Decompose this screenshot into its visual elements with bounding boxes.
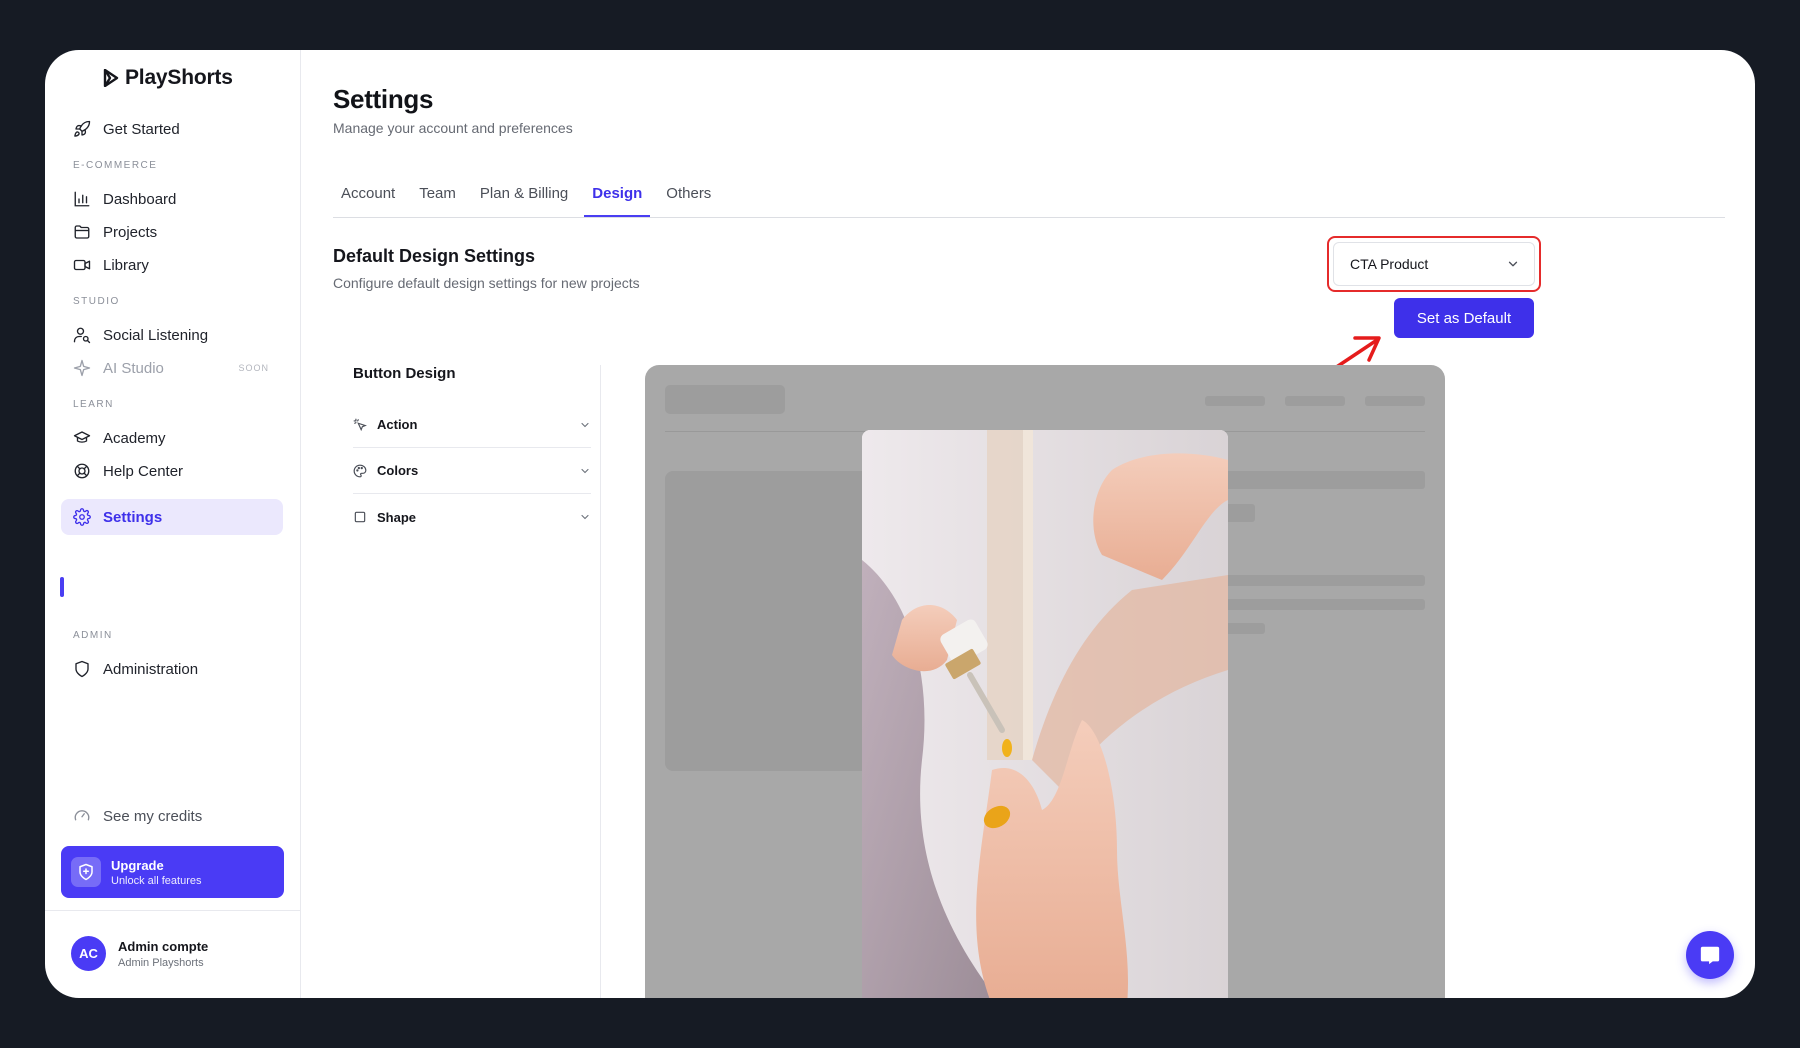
see-credits-link[interactable]: See my credits bbox=[61, 798, 283, 834]
accordion-colors[interactable]: Colors bbox=[353, 448, 591, 494]
shield-icon bbox=[75, 660, 89, 678]
graduation-cap-icon bbox=[73, 431, 91, 443]
sidebar-item-academy[interactable]: Academy bbox=[61, 420, 283, 456]
tab-team[interactable]: Team bbox=[411, 182, 464, 217]
sidebar-item-administration[interactable]: Administration bbox=[61, 651, 283, 687]
sidebar-item-dashboard[interactable]: Dashboard bbox=[61, 181, 283, 217]
upgrade-button[interactable]: Upgrade Unlock all features bbox=[61, 846, 284, 898]
bar-chart-icon bbox=[74, 191, 90, 207]
support-chat-button[interactable] bbox=[1686, 931, 1734, 979]
accordion-action[interactable]: Action bbox=[353, 402, 591, 448]
user-name: Admin compte bbox=[118, 938, 209, 954]
sidebar-item-library[interactable]: Library bbox=[61, 247, 283, 283]
section-label-admin: ADMIN bbox=[73, 630, 113, 641]
see-credits-label: See my credits bbox=[103, 807, 203, 825]
upgrade-title: Upgrade bbox=[111, 857, 164, 873]
user-search-icon bbox=[73, 327, 91, 344]
lifebuoy-icon bbox=[74, 463, 90, 479]
accordion-shape[interactable]: Shape bbox=[353, 494, 591, 540]
brand-logo[interactable]: PlayShorts bbox=[103, 66, 233, 90]
tabs-divider bbox=[333, 217, 1725, 218]
folder-icon bbox=[74, 225, 90, 239]
chevron-down-icon bbox=[581, 422, 589, 427]
gauge-icon bbox=[74, 810, 90, 821]
section-title: Default Design Settings bbox=[333, 246, 536, 266]
button-design-panel: Button Design Action Colors Shape bbox=[353, 365, 601, 998]
gear-icon bbox=[73, 508, 91, 526]
brand-name: PlayShorts bbox=[125, 66, 233, 89]
accordion-label: Shape bbox=[377, 509, 417, 525]
sidebar-item-label: Get Started bbox=[103, 120, 180, 138]
sidebar-item-label: Library bbox=[103, 256, 149, 274]
section-subtitle: Configure default design settings for ne… bbox=[333, 275, 640, 291]
accordion-label: Colors bbox=[377, 463, 419, 478]
sidebar: PlayShorts Get Started E-COMMERCE Dashbo… bbox=[45, 50, 301, 998]
chat-bubble-icon bbox=[1700, 946, 1720, 965]
shield-plus-icon bbox=[71, 857, 101, 887]
sidebar-item-label: Dashboard bbox=[103, 190, 177, 208]
tab-account[interactable]: Account bbox=[333, 182, 403, 217]
tab-others[interactable]: Others bbox=[658, 182, 719, 217]
skeleton-logo bbox=[665, 385, 785, 414]
product-video-image bbox=[862, 430, 1228, 998]
active-indicator bbox=[60, 577, 64, 597]
template-select-value: CTA Product bbox=[1350, 256, 1429, 272]
skeleton-nav bbox=[1365, 396, 1425, 406]
sidebar-item-label: Projects bbox=[103, 223, 158, 241]
panel-title: Button Design bbox=[353, 365, 456, 382]
design-preview bbox=[645, 365, 1445, 998]
sidebar-item-label: Administration bbox=[103, 660, 199, 678]
tab-design[interactable]: Design bbox=[584, 182, 651, 217]
palette-icon bbox=[353, 464, 367, 477]
sparkle-icon bbox=[73, 359, 91, 377]
video-preview[interactable] bbox=[862, 430, 1228, 998]
sidebar-item-help-center[interactable]: Help Center bbox=[61, 453, 283, 489]
upgrade-subtitle: Unlock all features bbox=[111, 874, 202, 887]
chevron-down-icon bbox=[581, 514, 589, 520]
square-icon bbox=[354, 511, 366, 523]
sidebar-item-projects[interactable]: Projects bbox=[61, 214, 283, 250]
avatar: AC bbox=[71, 936, 106, 971]
app-window: PlayShorts Get Started E-COMMERCE Dashbo… bbox=[45, 50, 1755, 998]
page-subtitle: Manage your account and preferences bbox=[333, 120, 573, 136]
playshorts-logo-icon bbox=[103, 69, 119, 87]
sidebar-item-settings[interactable]: Settings bbox=[61, 499, 283, 535]
chevron-down-icon bbox=[1508, 261, 1518, 267]
accordion-label: Action bbox=[377, 417, 418, 432]
section-label-ecommerce: E-COMMERCE bbox=[73, 160, 158, 171]
user-role: Admin Playshorts bbox=[118, 956, 204, 969]
settings-tabs: Account Team Plan & Billing Design Other… bbox=[333, 182, 727, 217]
sidebar-item-label: Settings bbox=[103, 508, 163, 526]
sidebar-item-label: Academy bbox=[103, 429, 166, 447]
click-pointer-icon bbox=[353, 418, 367, 431]
section-label-learn: LEARN bbox=[73, 399, 114, 410]
soon-badge: SOON bbox=[238, 363, 269, 373]
section-label-studio: STUDIO bbox=[73, 296, 120, 307]
sidebar-item-label: Help Center bbox=[103, 462, 184, 480]
sidebar-item-label: Social Listening bbox=[103, 326, 209, 344]
sidebar-divider bbox=[45, 910, 301, 911]
sidebar-item-ai-studio[interactable]: AI Studio SOON bbox=[61, 350, 283, 386]
video-camera-icon bbox=[73, 259, 91, 271]
tab-plan-billing[interactable]: Plan & Billing bbox=[472, 182, 576, 217]
rocket-icon bbox=[74, 120, 91, 137]
template-select[interactable]: CTA Product bbox=[1333, 242, 1535, 286]
sidebar-item-get-started[interactable]: Get Started bbox=[61, 111, 283, 147]
set-default-button[interactable]: Set as Default bbox=[1394, 298, 1534, 338]
page-title: Settings bbox=[333, 84, 434, 114]
sidebar-item-label: AI Studio bbox=[103, 359, 164, 377]
skeleton-nav bbox=[1285, 396, 1345, 406]
skeleton-nav bbox=[1205, 396, 1265, 406]
chevron-down-icon bbox=[581, 468, 589, 473]
sidebar-item-social-listening[interactable]: Social Listening bbox=[61, 317, 283, 353]
user-profile[interactable]: AC Admin compte Admin Playshorts bbox=[71, 936, 208, 971]
